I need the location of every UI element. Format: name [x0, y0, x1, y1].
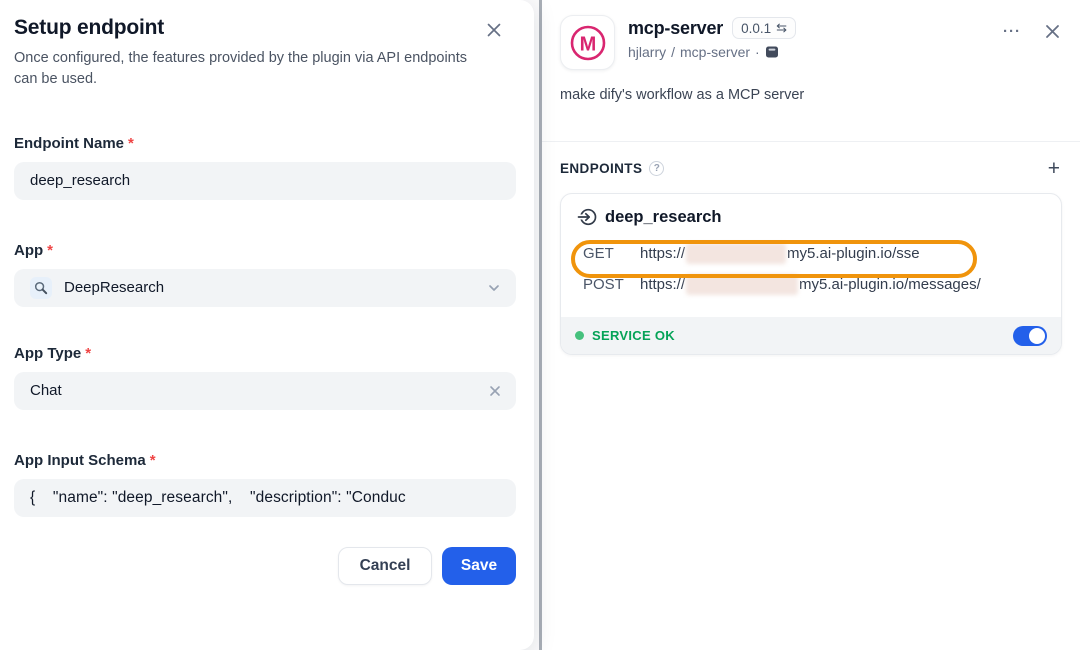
plus-icon: +	[1048, 158, 1060, 179]
required-mark: *	[128, 135, 134, 152]
url-suffix: my5.ai-plugin.io/messages/	[799, 276, 981, 293]
close-drawer-button[interactable]	[484, 20, 504, 40]
source-badge-icon	[765, 45, 779, 59]
url-prefix: https://	[640, 245, 685, 262]
endpoints-heading: ENDPOINTS	[560, 161, 642, 176]
section-divider	[542, 141, 1080, 142]
more-icon: ···	[1003, 23, 1021, 40]
endpoint-enabled-toggle[interactable]	[1013, 326, 1047, 346]
required-mark: *	[150, 452, 156, 469]
endpoint-name-label: Endpoint Name*	[14, 135, 516, 152]
dot-separator: ·	[755, 44, 760, 60]
service-status-badge: SERVICE OK	[592, 328, 675, 343]
label-text: App	[14, 242, 43, 259]
close-detail-button[interactable]	[1043, 22, 1062, 41]
endpoint-url-post[interactable]: https:// my5.ai-plugin.io/messages/	[640, 274, 981, 295]
cancel-button[interactable]: Cancel	[338, 547, 432, 585]
url-prefix: https://	[640, 276, 685, 293]
label-text: App Type	[14, 345, 81, 362]
search-icon	[30, 277, 52, 299]
endpoint-arrow-circle-icon	[577, 207, 597, 227]
method-label: GET	[583, 245, 640, 262]
more-menu-button[interactable]: ···	[1001, 21, 1023, 42]
plugin-header: M mcp-server 0.0.1 ⇆ hjlarry / mcp-serve…	[560, 15, 1062, 70]
author-separator: /	[671, 44, 675, 60]
plugin-avatar: M	[560, 15, 615, 70]
app-input-schema-value: { "name": "deep_research", "description"…	[30, 489, 406, 507]
app-label: App*	[14, 242, 516, 259]
version-badge[interactable]: 0.0.1 ⇆	[732, 17, 796, 39]
endpoint-name-value: deep_research	[30, 172, 130, 189]
endpoint-card: deep_research GET https:// my5.ai-plugin…	[560, 193, 1062, 355]
app-type-input[interactable]: Chat	[14, 372, 516, 410]
close-icon	[1045, 24, 1060, 39]
plugin-author: hjlarry	[628, 44, 666, 60]
app-select[interactable]: DeepResearch	[14, 269, 516, 307]
close-icon	[486, 22, 502, 38]
required-mark: *	[85, 345, 91, 362]
endpoint-row-get: GET https:// my5.ai-plugin.io/sse	[583, 238, 1045, 269]
version-swap-icon: ⇆	[776, 20, 787, 36]
method-label: POST	[583, 276, 640, 293]
app-input-schema-label: App Input Schema*	[14, 452, 516, 469]
plugin-name: mcp-server	[628, 18, 723, 39]
required-mark: *	[47, 242, 53, 259]
app-input-schema-input[interactable]: { "name": "deep_research", "description"…	[14, 479, 516, 517]
mcp-logo-icon: M	[567, 22, 609, 64]
help-icon[interactable]: ?	[649, 161, 664, 176]
plugin-description: make dify's workflow as a MCP server	[560, 87, 1062, 103]
toggle-knob	[1029, 328, 1045, 344]
version-label: 0.0.1	[741, 21, 771, 36]
endpoint-url-get[interactable]: https:// my5.ai-plugin.io/sse	[640, 243, 920, 264]
drawer-title: Setup endpoint	[14, 16, 164, 40]
endpoint-name: deep_research	[605, 208, 722, 227]
endpoint-row-post: POST https:// my5.ai-plugin.io/messages/	[583, 269, 1045, 300]
setup-endpoint-drawer: Setup endpoint Once configured, the feat…	[0, 0, 534, 650]
endpoint-name-input[interactable]: deep_research	[14, 162, 516, 200]
add-endpoint-button[interactable]: +	[1046, 156, 1062, 181]
app-select-value: DeepResearch	[64, 279, 164, 296]
svg-text:M: M	[579, 33, 596, 55]
app-type-label: App Type*	[14, 345, 516, 362]
chevron-down-icon	[486, 280, 502, 296]
label-text: App Input Schema	[14, 452, 146, 469]
redacted-url-segment	[686, 243, 786, 264]
redacted-url-segment	[686, 274, 798, 295]
plugin-detail-panel: M mcp-server 0.0.1 ⇆ hjlarry / mcp-serve…	[542, 0, 1080, 650]
label-text: Endpoint Name	[14, 135, 124, 152]
status-dot-icon	[575, 331, 584, 340]
clear-icon[interactable]	[488, 384, 502, 398]
app-type-value: Chat	[30, 382, 62, 399]
url-suffix: my5.ai-plugin.io/sse	[787, 245, 920, 262]
drawer-description: Once configured, the features provided b…	[14, 48, 476, 91]
save-button[interactable]: Save	[442, 547, 516, 585]
plugin-repo: mcp-server	[680, 44, 750, 60]
